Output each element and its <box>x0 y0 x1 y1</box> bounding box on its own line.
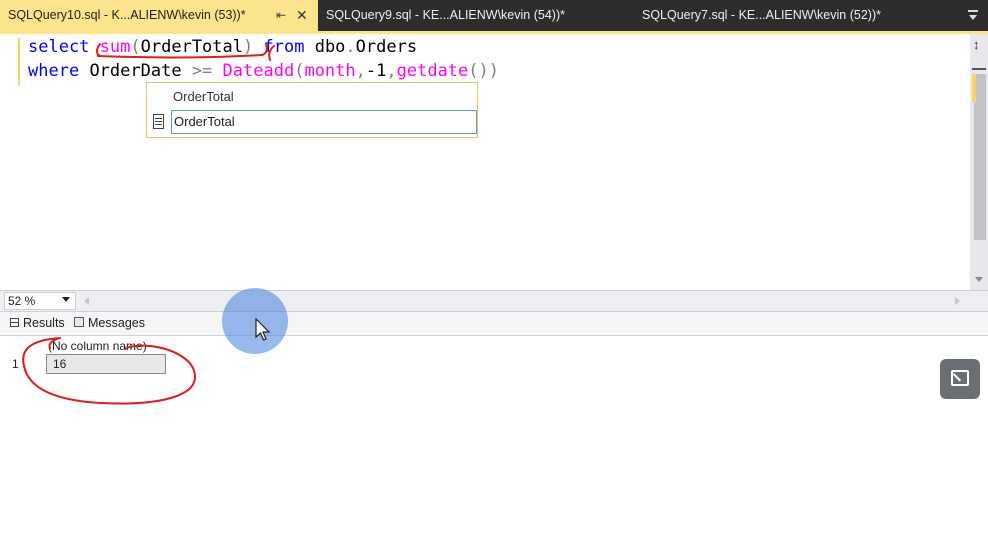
keyword-where: where <box>28 61 80 81</box>
identifier-ordertotal: OrderTotal <box>140 37 243 57</box>
function-sum: sum <box>99 37 131 57</box>
scroll-marker <box>972 68 986 70</box>
dot: . <box>345 37 356 57</box>
column-icon <box>153 114 164 129</box>
row-number[interactable]: 1 <box>12 357 19 371</box>
zoom-bar: 52 % <box>0 290 988 312</box>
scroll-left-arrow-icon[interactable] <box>84 297 89 305</box>
code-line-1[interactable]: select sum(OrderTotal) from dbo.Orders <box>28 36 417 58</box>
change-marker <box>18 38 20 86</box>
exit-fullscreen-button[interactable] <box>940 359 980 399</box>
intellisense-popup: OrderTotal OrderTotal <box>146 82 478 138</box>
code-line-2[interactable]: where OrderDate >= Dateadd(month,-1,getd… <box>28 60 499 82</box>
grid-icon <box>10 318 19 327</box>
number-literal: -1 <box>365 61 387 81</box>
function-dateadd: Dateadd <box>222 61 295 81</box>
paren: ( <box>130 37 141 57</box>
function-getdate: getdate <box>396 61 469 81</box>
tab-results[interactable]: Results <box>10 316 65 330</box>
schema-dbo: dbo <box>314 37 346 57</box>
datepart-month: month <box>304 61 356 81</box>
tab-label: SQLQuery9.sql - KE...ALIENW\kevin (54))* <box>326 8 565 22</box>
intellisense-item[interactable]: OrderTotal <box>171 110 477 134</box>
keyword-select: select <box>28 37 90 57</box>
tab-messages-label: Messages <box>88 316 145 330</box>
tab-sqlquery10[interactable]: SQLQuery10.sql - K...ALIENW\kevin (53))*… <box>0 0 318 31</box>
comma: , <box>386 61 397 81</box>
identifier-orderdate: OrderDate <box>89 61 182 81</box>
close-icon[interactable]: ✕ <box>296 0 308 31</box>
tab-sqlquery7[interactable]: SQLQuery7.sql - KE...ALIENW\kevin (52))* <box>642 0 881 31</box>
editor-vertical-scrollbar[interactable]: ↕ <box>970 34 988 290</box>
keyword-from: from <box>263 37 305 57</box>
scroll-right-arrow-icon[interactable] <box>955 297 960 305</box>
document-tab-bar: SQLQuery10.sql - K...ALIENW\kevin (53))*… <box>0 0 988 34</box>
mouse-cursor-icon <box>255 318 271 341</box>
query-editor[interactable]: select sum(OrderTotal) from dbo.Orders w… <box>0 34 970 290</box>
results-grid: (No column name) 1 16 <box>0 336 988 560</box>
result-cell[interactable]: 16 <box>46 354 166 374</box>
pin-icon[interactable]: ⇤ <box>276 0 286 31</box>
paren: ()) <box>468 61 499 81</box>
change-indicator <box>972 74 976 102</box>
zoom-value: 52 % <box>8 294 36 308</box>
tab-label: SQLQuery7.sql - KE...ALIENW\kevin (52))* <box>642 8 881 22</box>
paren: ( <box>294 61 305 81</box>
column-header[interactable]: (No column name) <box>48 339 147 353</box>
tab-label: SQLQuery10.sql - K...ALIENW\kevin (53))* <box>8 8 246 22</box>
messages-icon <box>74 317 84 327</box>
results-tab-strip: Results Messages <box>0 312 988 336</box>
tab-sqlquery9[interactable]: SQLQuery9.sql - KE...ALIENW\kevin (54))* <box>326 0 565 31</box>
tab-list-dropdown-icon[interactable] <box>966 8 982 22</box>
comma: , <box>355 61 366 81</box>
paren: ) <box>243 37 254 57</box>
tab-messages[interactable]: Messages <box>74 316 145 330</box>
scroll-down-arrow-icon[interactable] <box>975 277 983 282</box>
split-view-icon[interactable]: ↕ <box>973 38 980 51</box>
tab-results-label: Results <box>23 316 65 330</box>
intellisense-header: OrderTotal <box>173 89 234 104</box>
operator: >= <box>191 61 213 81</box>
chevron-down-icon[interactable] <box>62 297 70 302</box>
table-orders: Orders <box>355 37 418 57</box>
